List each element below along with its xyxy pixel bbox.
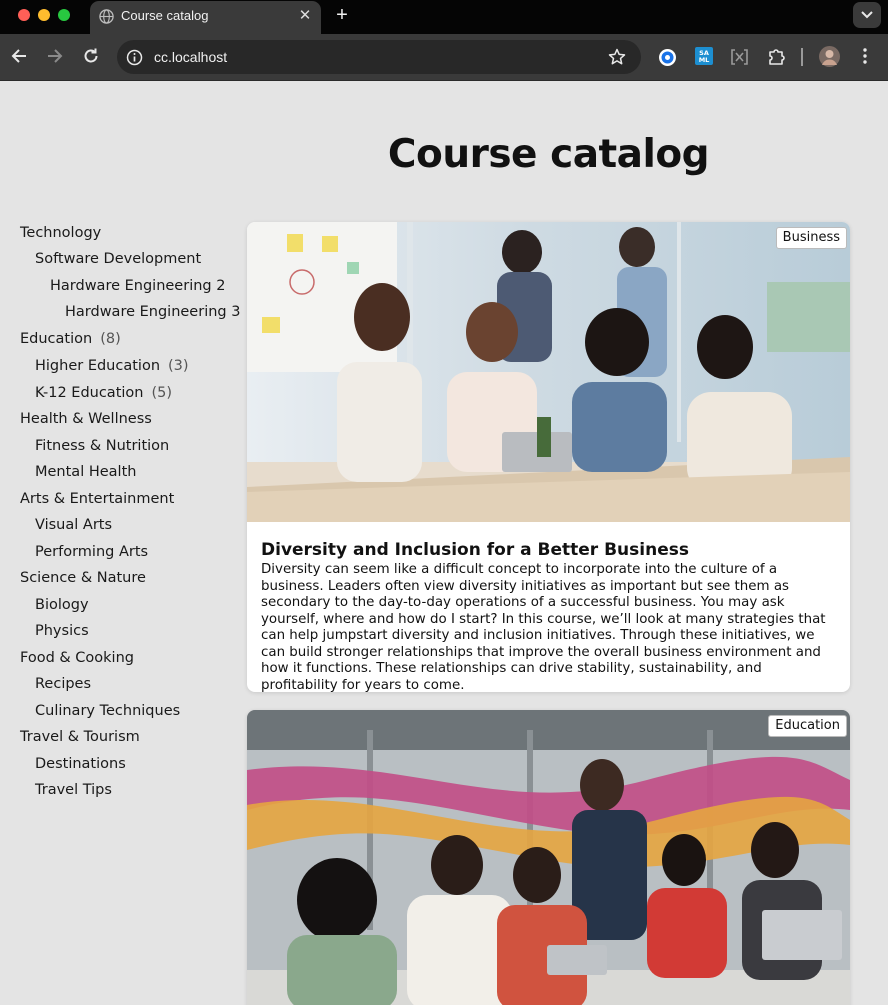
category-mental-health[interactable]: Mental Health bbox=[35, 464, 136, 480]
category-count: (3) bbox=[168, 358, 189, 374]
puzzle-extensions-icon[interactable] bbox=[767, 47, 786, 71]
avatar[interactable] bbox=[819, 46, 840, 72]
course-title[interactable]: Diversity and Inclusion for a Better Bus… bbox=[261, 540, 841, 560]
course-image bbox=[247, 222, 850, 522]
category-technology[interactable]: Technology bbox=[20, 225, 101, 241]
category-education[interactable]: Education (8) bbox=[20, 331, 121, 347]
bookmark-star-icon[interactable] bbox=[608, 48, 626, 71]
category-hardware-engineering-2[interactable]: Hardware Engineering 2 bbox=[50, 278, 225, 294]
reload-icon[interactable] bbox=[82, 47, 100, 70]
browser-tab[interactable]: Course catalog ✕ bbox=[90, 1, 321, 34]
category-science-nature[interactable]: Science & Nature bbox=[20, 570, 146, 586]
globe-icon bbox=[99, 9, 114, 29]
category-travel-tips[interactable]: Travel Tips bbox=[35, 782, 112, 798]
category-arts-entertainment[interactable]: Arts & Entertainment bbox=[20, 491, 174, 507]
password-manager-extension-icon[interactable] bbox=[658, 48, 677, 72]
svg-text:ML: ML bbox=[699, 56, 710, 64]
category-destinations[interactable]: Destinations bbox=[35, 756, 126, 772]
close-window-button[interactable] bbox=[18, 9, 30, 21]
course-image bbox=[247, 710, 850, 1005]
tab-search-button[interactable] bbox=[853, 2, 881, 28]
course-card[interactable]: Education bbox=[247, 710, 850, 1005]
course-info: Diversity and Inclusion for a Better Bus… bbox=[261, 540, 841, 692]
maximize-window-button[interactable] bbox=[58, 9, 70, 21]
category-fitness-nutrition[interactable]: Fitness & Nutrition bbox=[35, 438, 169, 454]
bracket-extension-icon[interactable] bbox=[730, 48, 749, 71]
category-visual-arts[interactable]: Visual Arts bbox=[35, 517, 112, 533]
address-bar[interactable]: cc.localhost bbox=[117, 40, 641, 74]
saml-extension-icon[interactable]: SA ML bbox=[695, 47, 713, 70]
course-category-tag: Business bbox=[775, 227, 847, 249]
category-software-development[interactable]: Software Development bbox=[35, 251, 201, 267]
category-travel-tourism[interactable]: Travel & Tourism bbox=[20, 729, 140, 745]
minimize-window-button[interactable] bbox=[38, 9, 50, 21]
category-count: (5) bbox=[151, 385, 173, 401]
category-recipes[interactable]: Recipes bbox=[35, 676, 91, 692]
category-culinary-techniques[interactable]: Culinary Techniques bbox=[35, 703, 180, 719]
forward-arrow-icon[interactable] bbox=[46, 47, 64, 70]
category-physics[interactable]: Physics bbox=[35, 623, 89, 639]
toolbar-divider bbox=[801, 48, 803, 71]
url-text: cc.localhost bbox=[154, 49, 228, 65]
more-options-icon[interactable] bbox=[862, 47, 868, 70]
course-description: Diversity can seem like a difficult conc… bbox=[261, 562, 826, 692]
tab-title: Course catalog bbox=[121, 8, 209, 23]
category-health-wellness[interactable]: Health & Wellness bbox=[20, 411, 152, 427]
category-food-cooking[interactable]: Food & Cooking bbox=[20, 650, 134, 666]
chevron-down-icon bbox=[861, 11, 873, 19]
back-arrow-icon[interactable] bbox=[10, 47, 28, 70]
category-hardware-engineering-3[interactable]: Hardware Engineering 3 bbox=[65, 304, 240, 320]
category-count: (8) bbox=[100, 331, 121, 347]
course-card[interactable]: Business Diversity and Inclusion for a B… bbox=[247, 222, 850, 692]
site-info-icon[interactable] bbox=[126, 49, 143, 71]
category-k12-education[interactable]: K-12 Education (5) bbox=[35, 385, 172, 401]
course-category-tag: Education bbox=[768, 715, 847, 737]
browser-tab-bar: Course catalog ✕ + bbox=[0, 0, 888, 34]
category-performing-arts[interactable]: Performing Arts bbox=[35, 544, 148, 560]
page-title: Course catalog bbox=[387, 132, 710, 177]
category-biology[interactable]: Biology bbox=[35, 597, 89, 613]
category-higher-education[interactable]: Higher Education (3) bbox=[35, 358, 189, 374]
browser-toolbar: cc.localhost SA ML bbox=[0, 34, 888, 81]
new-tab-icon[interactable]: + bbox=[332, 4, 352, 26]
close-tab-icon[interactable]: ✕ bbox=[297, 7, 313, 25]
